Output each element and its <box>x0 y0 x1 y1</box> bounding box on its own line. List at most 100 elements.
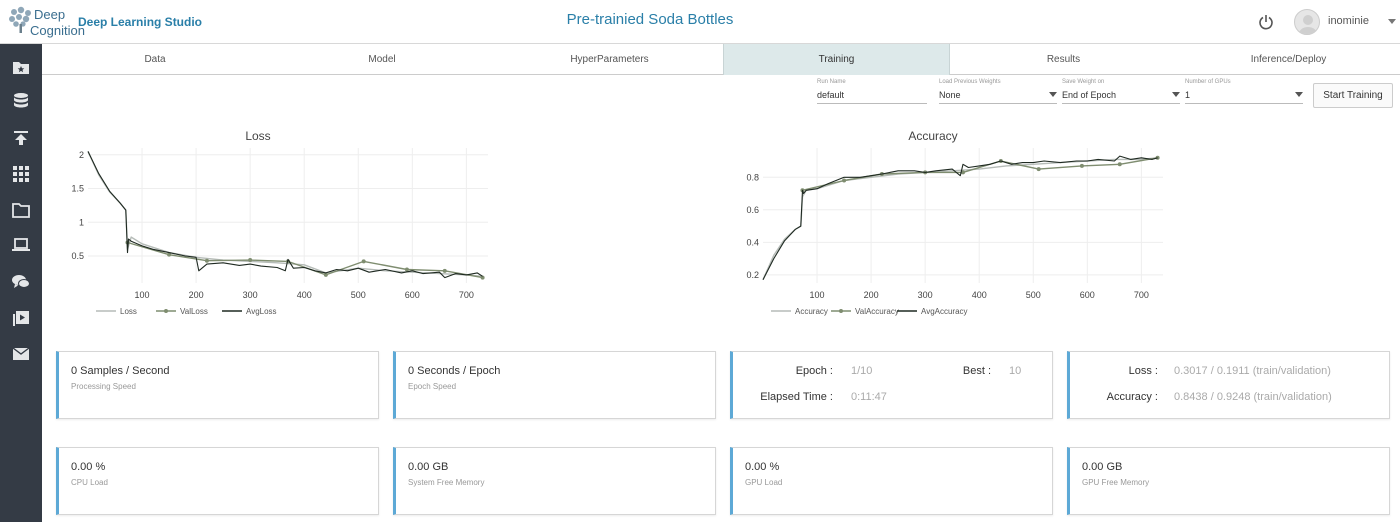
gpu-load-card: 0.00 % GPU Load <box>730 447 1053 515</box>
gpu-load-value: 0.00 % <box>745 461 780 473</box>
tab-model[interactable]: Model <box>268 44 496 75</box>
processing-speed-label: Processing Speed <box>71 382 136 391</box>
sidebar-item-videos[interactable] <box>0 301 42 335</box>
start-training-button[interactable]: Start Training <box>1313 83 1393 108</box>
chart-title: Accuracy <box>908 129 957 143</box>
epoch-speed-card: 0 Seconds / Epoch Epoch Speed <box>393 351 716 419</box>
gpus-value[interactable]: 1 <box>1185 90 1190 100</box>
sidebar-item-datasets[interactable] <box>0 84 42 118</box>
x-tick-label: 100 <box>135 290 150 300</box>
gpu-memory-label: GPU Free Memory <box>1082 478 1150 487</box>
series-line-avgaccuracy <box>762 155 1158 280</box>
series-point-valaccuracy <box>1079 163 1084 168</box>
chevron-down-icon[interactable] <box>1172 92 1180 97</box>
avatar[interactable] <box>1294 9 1320 35</box>
epoch-speed-label: Epoch Speed <box>408 382 457 391</box>
tab-hyperparameters[interactable]: HyperParameters <box>496 44 723 75</box>
video-icon <box>13 311 29 326</box>
sidebar-item-upload[interactable] <box>0 121 42 155</box>
sidebar-item-environment[interactable] <box>0 228 42 262</box>
folder-icon <box>12 203 30 218</box>
x-tick-label: 300 <box>243 290 258 300</box>
x-tick-label: 100 <box>810 290 825 300</box>
accuracy-label: Accuracy : <box>1106 391 1158 403</box>
load-weights-select[interactable]: Load Previous Weights None <box>939 79 1057 105</box>
gpus-label: Number of GPUs <box>1185 79 1231 85</box>
x-tick-label: 700 <box>1134 290 1149 300</box>
x-tick-label: 300 <box>918 290 933 300</box>
cpu-load-card: 0.00 % CPU Load <box>56 447 379 515</box>
y-tick-label: 0.6 <box>746 205 759 215</box>
series-point-valloss <box>404 267 409 272</box>
series-line-loss <box>87 151 483 277</box>
chevron-down-icon[interactable] <box>1049 92 1057 97</box>
sidebar-item-folder[interactable] <box>0 193 42 227</box>
loss-label: Loss : <box>1128 365 1158 377</box>
epoch-label: Epoch : <box>795 365 833 377</box>
tab-results[interactable]: Results <box>950 44 1177 75</box>
y-tick-label: 2 <box>79 150 84 160</box>
y-tick-label: 0.8 <box>746 172 759 182</box>
series-point-valaccuracy <box>1117 162 1122 167</box>
chat-icon <box>12 275 30 288</box>
x-tick-label: 400 <box>297 290 312 300</box>
legend-label: Loss <box>120 307 137 316</box>
y-tick-label: 0.2 <box>746 270 759 280</box>
save-weight-value[interactable]: End of Epoch <box>1062 90 1116 100</box>
series-line-avgloss <box>87 151 483 279</box>
loss-accuracy-card: Loss : 0.3017 / 0.1911 (train/validation… <box>1067 351 1390 419</box>
load-weights-value[interactable]: None <box>939 90 961 100</box>
save-weight-label: Save Weight on <box>1062 79 1105 85</box>
legend-swatch-marker <box>839 309 843 313</box>
power-icon[interactable] <box>1258 14 1274 30</box>
sidebar-item-messages[interactable] <box>0 337 42 371</box>
chevron-down-icon[interactable] <box>1388 19 1396 24</box>
run-name-label: Run Name <box>817 79 846 85</box>
sidebar-item-grid[interactable] <box>0 157 42 191</box>
epoch-speed-value: 0 Seconds / Epoch <box>408 365 501 377</box>
upload-icon <box>14 131 28 145</box>
accuracy-chart: Accuracy 100 200 300 400 500 600 700 0.2 0.4 0.6 0.… <box>746 129 1163 316</box>
field-underline <box>939 103 1057 104</box>
save-weight-select[interactable]: Save Weight on End of Epoch <box>1062 79 1180 105</box>
mail-icon <box>12 347 30 360</box>
legend-label: AvgLoss <box>246 307 277 316</box>
processing-speed-value: 0 Samples / Second <box>71 365 170 377</box>
accuracy-value: 0.8438 / 0.9248 (train/validation) <box>1174 391 1332 403</box>
sidebar-item-projects[interactable] <box>0 50 42 84</box>
elapsed-time-value: 0:11:47 <box>851 391 887 403</box>
series-point-valaccuracy <box>842 178 847 183</box>
run-name-field[interactable]: Run Name default <box>817 79 927 105</box>
x-tick-label: 600 <box>405 290 420 300</box>
field-underline <box>1185 103 1303 104</box>
cpu-load-value: 0.00 % <box>71 461 106 473</box>
x-tick-label: 500 <box>351 290 366 300</box>
y-tick-label: 1.5 <box>71 184 84 194</box>
system-memory-card: 0.00 GB System Free Memory <box>393 447 716 515</box>
best-label: Best : <box>962 365 991 377</box>
epoch-status-card: Epoch : 1/10 Best : 10 Elapsed Time : 0:… <box>730 351 1053 419</box>
x-tick-label: 700 <box>459 290 474 300</box>
legend-swatch-marker <box>164 309 168 313</box>
chevron-down-icon[interactable] <box>1295 92 1303 97</box>
laptop-icon <box>12 238 30 251</box>
x-tick-label: 500 <box>1026 290 1041 300</box>
grid-icon <box>13 166 29 182</box>
loss-value: 0.3017 / 0.1911 (train/validation) <box>1174 365 1331 377</box>
x-tick-label: 200 <box>864 290 879 300</box>
cpu-load-label: CPU Load <box>71 478 108 487</box>
run-name-value[interactable]: default <box>817 90 844 100</box>
y-tick-label: 0.4 <box>746 237 759 247</box>
loss-chart: Loss 100 200 300 400 500 600 700 0.5 1 1.5 2 Loss Val… <box>71 129 488 316</box>
sidebar-item-forum[interactable] <box>0 265 42 299</box>
x-tick-label: 200 <box>189 290 204 300</box>
field-underline <box>1062 103 1180 104</box>
tab-inference-deploy[interactable]: Inference/Deploy <box>1177 44 1400 75</box>
y-tick-label: 0.5 <box>71 251 84 261</box>
processing-speed-card: 0 Samples / Second Processing Speed <box>56 351 379 419</box>
tab-training[interactable]: Training <box>723 44 950 75</box>
gpus-select[interactable]: Number of GPUs 1 <box>1185 79 1303 105</box>
tab-data[interactable]: Data <box>42 44 268 75</box>
legend-label: ValLoss <box>180 307 208 316</box>
username[interactable]: inominie <box>1328 15 1369 27</box>
